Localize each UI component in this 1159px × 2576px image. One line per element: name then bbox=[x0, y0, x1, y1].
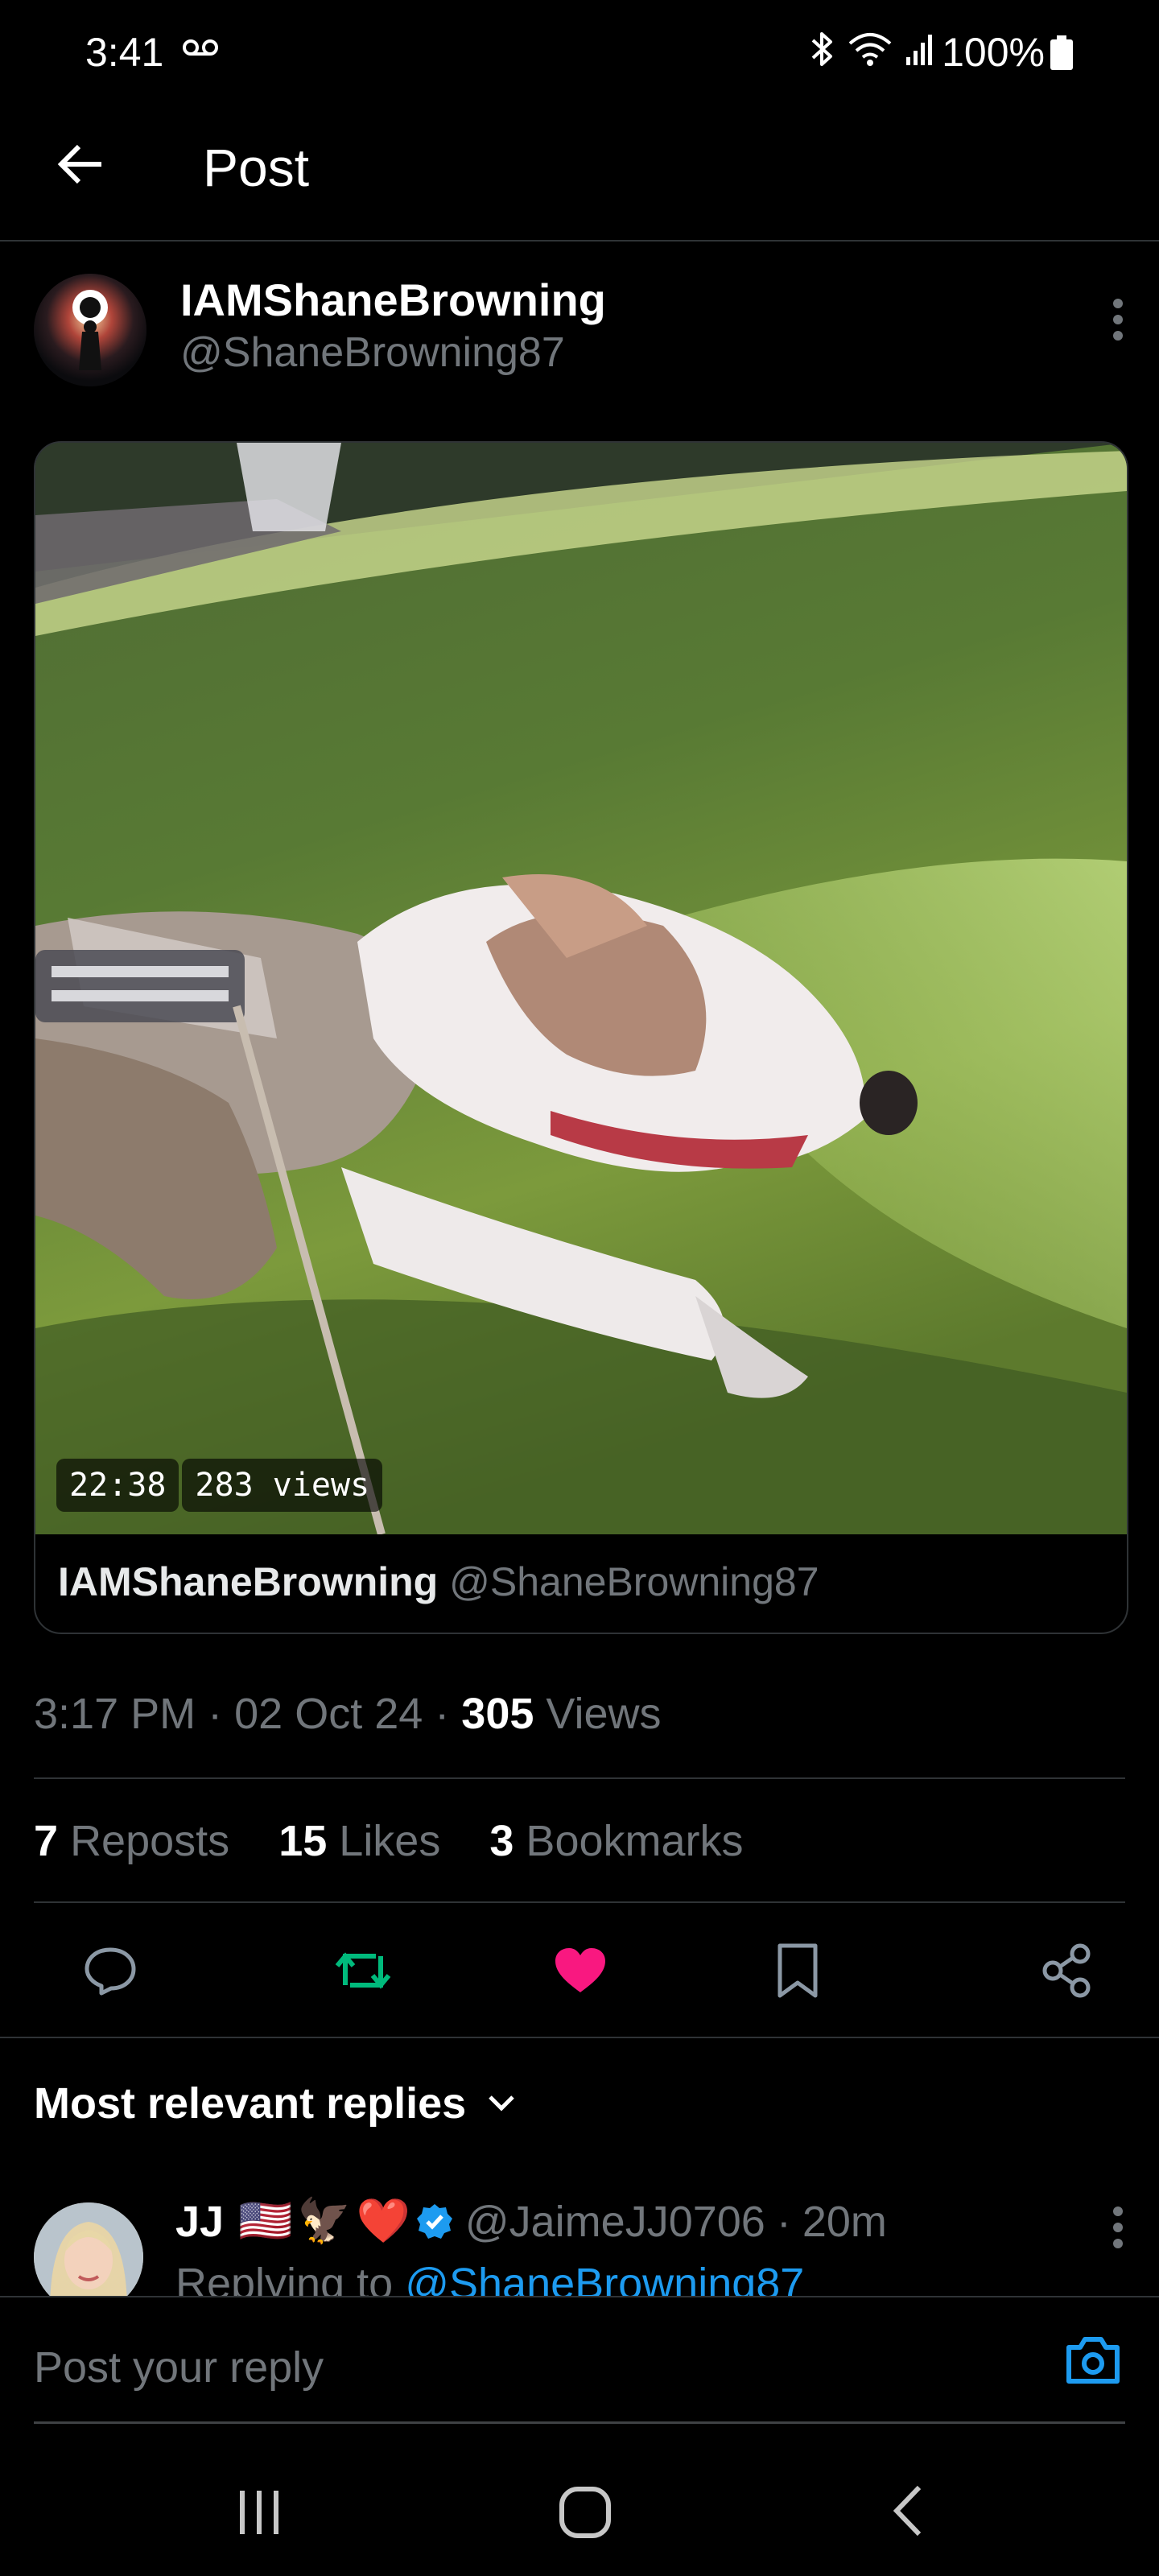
post-meta: 3:17 PM · 02 Oct 24 · 305 Views bbox=[34, 1689, 661, 1739]
video-views: 283 views bbox=[182, 1459, 383, 1512]
replies-sort-dropdown[interactable]: Most relevant replies bbox=[34, 2079, 516, 2128]
reply-replying-to: Replying to @ShaneBrowning87 bbox=[175, 2259, 804, 2297]
repost-icon bbox=[332, 1945, 394, 1996]
more-vertical-icon bbox=[1111, 298, 1125, 341]
verified-badge-icon bbox=[415, 2202, 454, 2241]
wifi-icon bbox=[847, 31, 893, 68]
bluetooth-icon bbox=[808, 29, 835, 69]
reply-name-emoji: 🇺🇸 🦅 ❤️ bbox=[238, 2196, 410, 2247]
post-time: 3:17 PM bbox=[34, 1690, 196, 1738]
replying-to-handle[interactable]: @ShaneBrowning87 bbox=[405, 2260, 804, 2297]
meta-separator: · bbox=[776, 2197, 791, 2246]
like-button[interactable] bbox=[472, 1930, 689, 2011]
page-title: Post bbox=[203, 138, 310, 197]
replies-heading: Most relevant replies bbox=[34, 2079, 467, 2128]
reply-more-button[interactable] bbox=[1111, 2206, 1125, 2249]
reply-button[interactable] bbox=[34, 1930, 254, 2011]
status-time: 3:41 bbox=[85, 30, 164, 75]
reply-author-name[interactable]: JJ bbox=[175, 2197, 224, 2247]
share-icon bbox=[1040, 1942, 1093, 1999]
flag-emoji: 🇺🇸 bbox=[238, 2197, 293, 2245]
replying-to-label: Replying to bbox=[175, 2260, 394, 2297]
likes-stat[interactable]: 15 Likes bbox=[278, 1817, 452, 1865]
video-thumbnail bbox=[35, 443, 1127, 1534]
likes-count: 15 bbox=[278, 1817, 328, 1865]
divider bbox=[34, 1901, 1125, 1903]
likes-label: Likes bbox=[339, 1817, 441, 1865]
home-icon bbox=[559, 2486, 612, 2539]
video-duration: 22:38 bbox=[56, 1459, 179, 1512]
battery-percent: 100% bbox=[942, 30, 1045, 75]
reply-input[interactable]: Post your reply bbox=[34, 2343, 324, 2392]
home-button[interactable] bbox=[559, 2486, 612, 2539]
voicemail-icon bbox=[182, 37, 219, 58]
reply-time: 20m bbox=[802, 2197, 887, 2246]
author-name[interactable]: IAMShaneBrowning bbox=[180, 274, 606, 326]
battery-icon bbox=[1050, 35, 1074, 71]
repost-button[interactable] bbox=[254, 1930, 472, 2011]
more-vertical-icon bbox=[1111, 2206, 1125, 2249]
reposts-label: Reposts bbox=[70, 1817, 230, 1865]
bookmarks-label: Bookmarks bbox=[526, 1817, 744, 1865]
share-button[interactable] bbox=[905, 1930, 1125, 2011]
recents-button[interactable] bbox=[235, 2489, 283, 2536]
views-label: Views bbox=[546, 1690, 662, 1738]
bookmarks-stat[interactable]: 3 Bookmarks bbox=[489, 1817, 743, 1865]
comment-icon bbox=[82, 1945, 138, 1996]
arrow-left-icon bbox=[56, 143, 105, 185]
back-icon bbox=[890, 2484, 926, 2537]
composer-underline bbox=[34, 2421, 1125, 2424]
bookmark-button[interactable] bbox=[689, 1930, 906, 2011]
signal-icon bbox=[905, 31, 937, 67]
video-player[interactable] bbox=[35, 443, 1127, 1534]
recents-icon bbox=[235, 2489, 283, 2536]
media-card[interactable]: 22:38 283 views IAMShaneBrowning @ShaneB… bbox=[34, 441, 1128, 1634]
card-author-name: IAMShaneBrowning bbox=[58, 1559, 439, 1604]
media-card-footer: IAMShaneBrowning @ShaneBrowning87 bbox=[58, 1558, 819, 1605]
back-button[interactable] bbox=[52, 135, 109, 193]
camera-button[interactable] bbox=[1064, 2334, 1122, 2386]
divider bbox=[0, 2037, 1159, 2038]
card-author-handle: @ShaneBrowning87 bbox=[449, 1559, 819, 1604]
heart-icon bbox=[552, 1946, 608, 1996]
header-divider bbox=[0, 240, 1159, 242]
reposts-stat[interactable]: 7 Reposts bbox=[34, 1817, 241, 1865]
post-stats: 7 Reposts 15 Likes 3 Bookmarks bbox=[34, 1816, 781, 1866]
reply-author-handle[interactable]: @JaimeJJ0706 bbox=[465, 2197, 765, 2247]
reposts-count: 7 bbox=[34, 1817, 59, 1865]
post-date: 02 Oct 24 bbox=[234, 1690, 423, 1738]
system-back-button[interactable] bbox=[890, 2484, 926, 2537]
chevron-down-icon bbox=[487, 2094, 516, 2113]
author-avatar[interactable] bbox=[34, 274, 146, 386]
author-handle[interactable]: @ShaneBrowning87 bbox=[180, 328, 565, 377]
divider bbox=[34, 1777, 1125, 1779]
meta-separator: · bbox=[435, 1690, 450, 1738]
meta-separator: · bbox=[208, 1690, 223, 1738]
post-more-button[interactable] bbox=[1111, 298, 1125, 341]
action-bar bbox=[34, 1930, 1125, 2011]
bookmark-icon bbox=[775, 1942, 820, 1999]
camera-icon bbox=[1064, 2334, 1122, 2386]
eagle-emoji: 🦅 bbox=[297, 2197, 352, 2245]
video-badges: 22:38 283 views bbox=[56, 1459, 383, 1512]
bookmarks-count: 3 bbox=[489, 1817, 514, 1865]
heart-emoji: ❤️ bbox=[356, 2197, 410, 2245]
reply-header: JJ 🇺🇸 🦅 ❤️ @JaimeJJ0706 · 20m bbox=[175, 2196, 887, 2247]
views-count: 305 bbox=[461, 1690, 534, 1738]
